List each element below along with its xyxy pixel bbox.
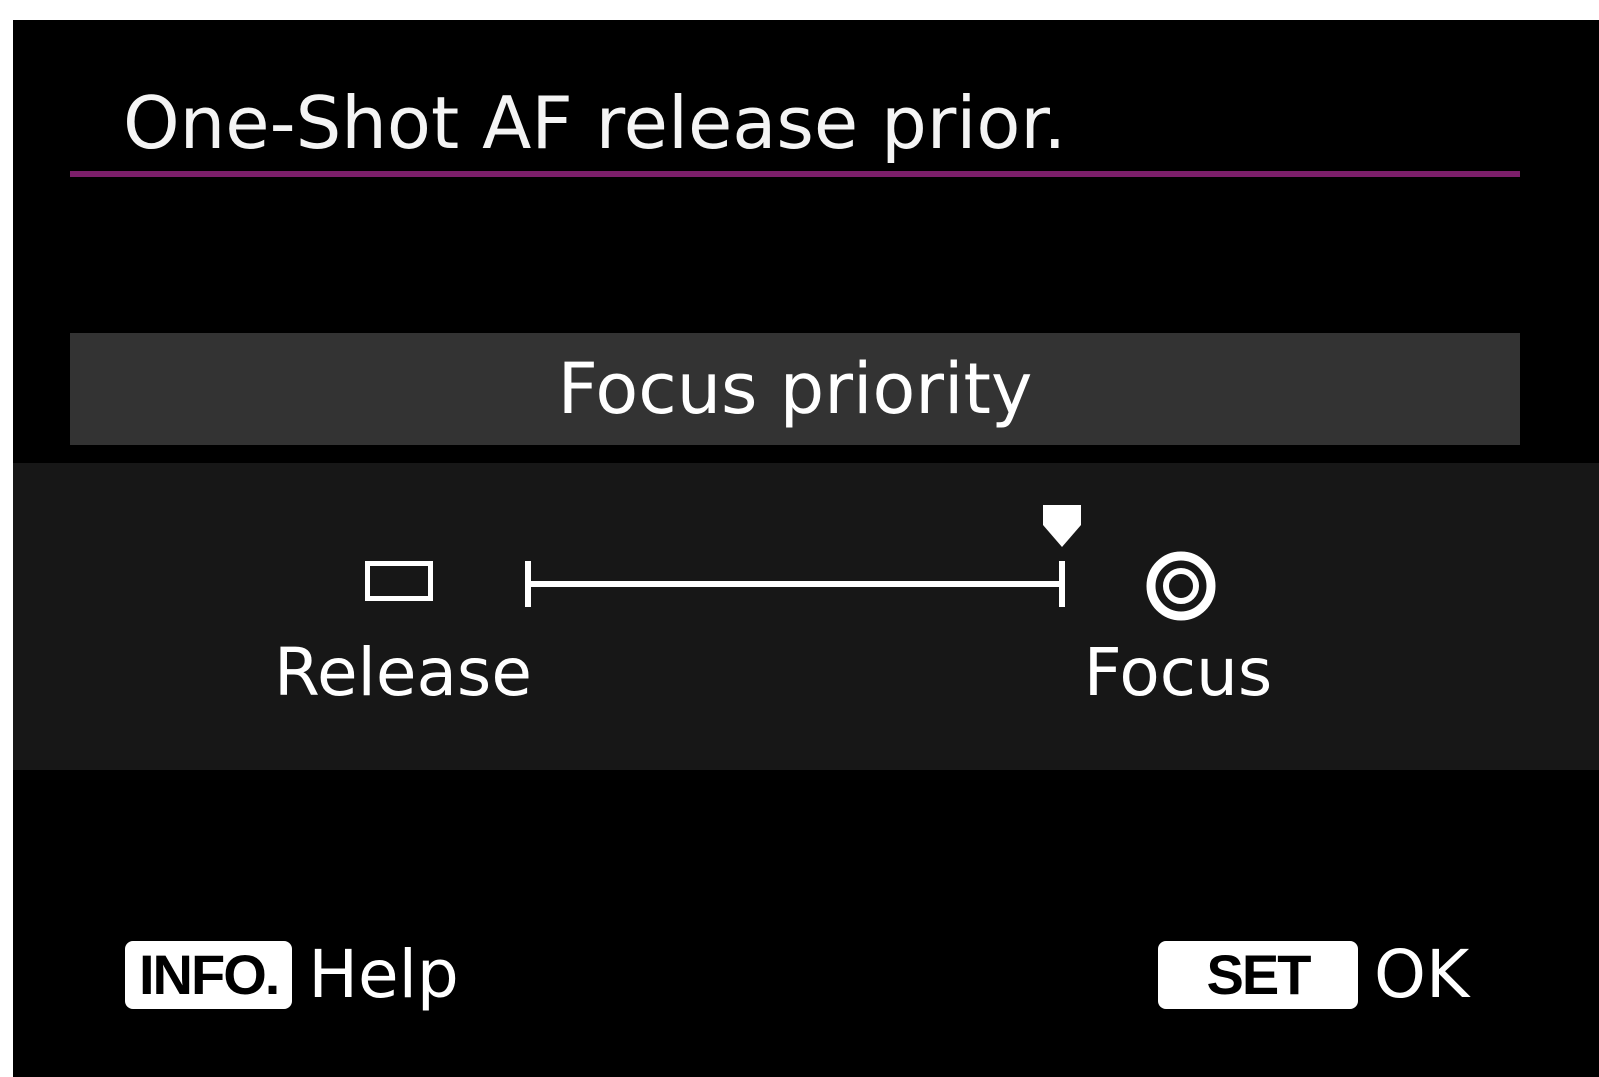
release-rectangle-icon <box>365 561 433 601</box>
slider-right-cap <box>1059 561 1065 607</box>
selected-value-display: Focus priority <box>70 333 1520 445</box>
priority-slider-panel[interactable]: Release Focus <box>13 463 1599 770</box>
slider-pointer-icon[interactable] <box>1043 505 1081 547</box>
info-key-badge: INFO. <box>125 941 293 1009</box>
focus-ring-icon <box>1146 551 1216 621</box>
page-title: One-Shot AF release prior. <box>123 81 1067 165</box>
set-key-badge: SET <box>1158 941 1358 1009</box>
help-label: Help <box>308 936 459 1013</box>
ok-hint[interactable]: SET OK <box>1158 940 1469 1010</box>
ok-label: OK <box>1374 936 1470 1013</box>
help-hint[interactable]: INFO. Help <box>125 940 459 1010</box>
release-label: Release <box>274 634 532 711</box>
slider-track <box>525 581 1065 587</box>
camera-menu-screen: One-Shot AF release prior. Focus priorit… <box>13 20 1599 1077</box>
priority-slider[interactable] <box>525 505 1081 611</box>
focus-label: Focus <box>1083 634 1273 711</box>
title-divider <box>70 171 1520 177</box>
